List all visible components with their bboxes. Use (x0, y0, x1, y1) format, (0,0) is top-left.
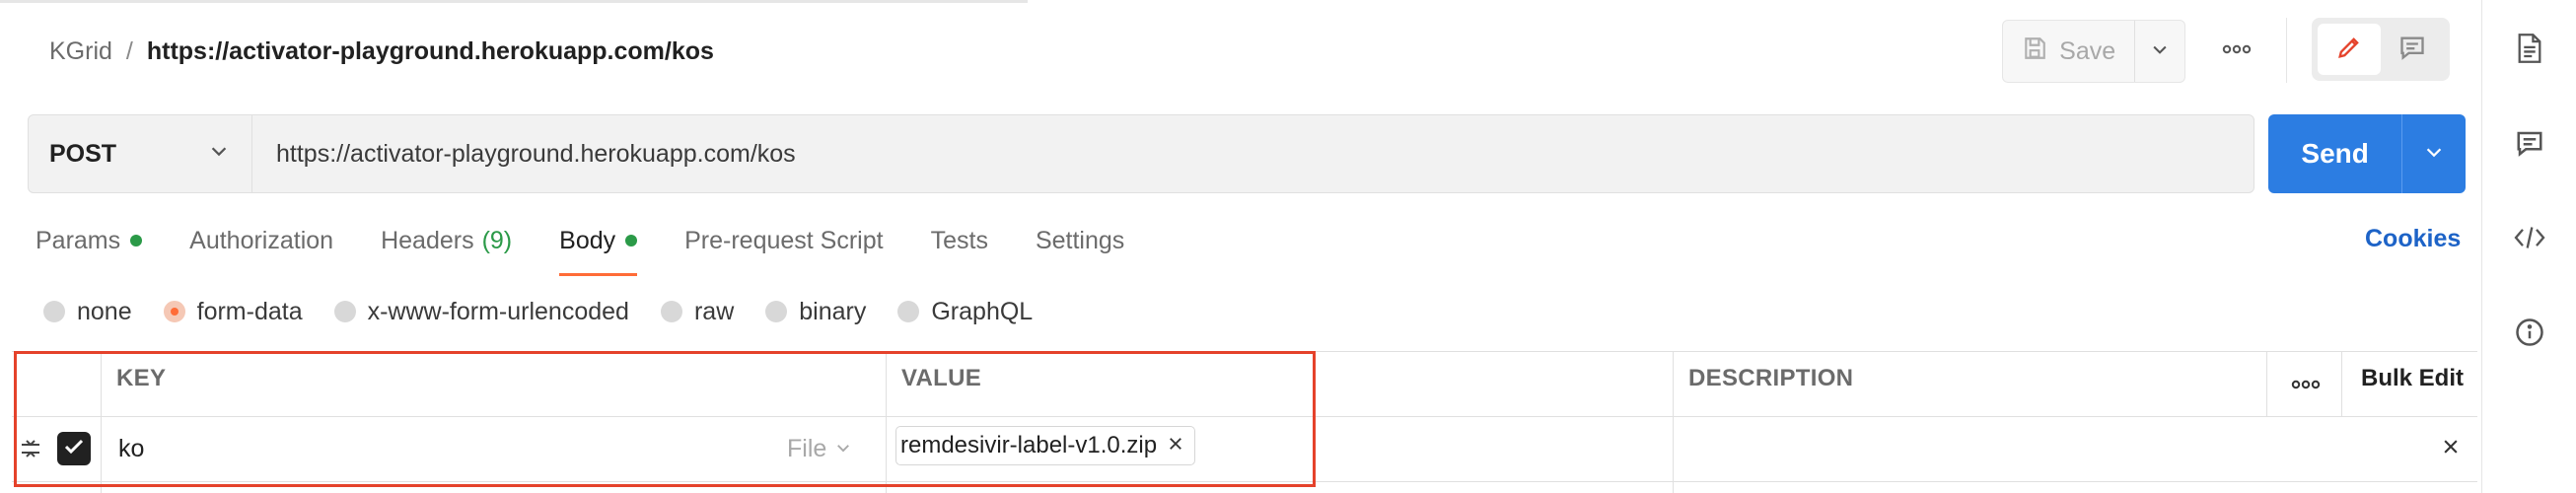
right-sidebar-border (2481, 0, 2482, 493)
send-options-button[interactable] (2401, 114, 2466, 193)
top-divider (0, 0, 1028, 3)
more-horizontal-icon (2291, 377, 2321, 394)
body-type-options: none form-data x-www-form-urlencoded raw… (43, 294, 1064, 329)
method-label: POST (49, 139, 117, 168)
column-divider (2341, 351, 2342, 416)
radio-circle (660, 301, 682, 322)
radio-circle-selected (163, 301, 185, 322)
chevron-down-icon (2150, 39, 2170, 64)
annotation-highlight-box (14, 351, 1316, 487)
tab-label: Body (559, 226, 616, 254)
tab-settings[interactable]: Settings (1036, 221, 1124, 260)
method-select[interactable]: POST (28, 114, 252, 193)
breadcrumb-separator: / (125, 36, 133, 65)
save-label: Save (2059, 36, 2116, 65)
url-input[interactable]: https://activator-playground.herokuapp.c… (252, 114, 2251, 193)
edit-mode-button[interactable] (2318, 24, 2381, 75)
radio-label: binary (799, 297, 867, 325)
tab-params[interactable]: Params (36, 221, 143, 260)
breadcrumb-collection[interactable]: KGrid (49, 37, 112, 66)
tab-label: Authorization (189, 226, 334, 254)
column-divider (2266, 351, 2267, 416)
radio-circle (897, 301, 920, 322)
delete-row-button[interactable] (2438, 436, 2464, 461)
comment-icon (2515, 128, 2544, 163)
status-dot (130, 235, 143, 246)
radio-label: raw (693, 297, 735, 325)
tab-label: Tests (930, 226, 988, 254)
radio-graphql[interactable]: GraphQL (897, 298, 1033, 326)
tab-label: Headers (381, 226, 474, 254)
column-options-button[interactable] (2282, 371, 2329, 400)
bulk-edit-button[interactable]: Bulk Edit (2361, 365, 2464, 392)
radio-label: none (77, 297, 132, 325)
close-icon (2441, 437, 2461, 461)
tab-pre-request-script[interactable]: Pre-request Script (684, 221, 883, 260)
save-button[interactable]: Save (2003, 21, 2134, 82)
save-options-button[interactable] (2134, 21, 2184, 82)
radio-raw[interactable]: raw (660, 297, 735, 326)
save-button-group: Save (2002, 20, 2185, 83)
more-horizontal-icon (2222, 41, 2252, 59)
info-button[interactable] (2505, 310, 2554, 359)
comment-mode-button[interactable] (2381, 24, 2444, 75)
send-button[interactable]: Send (2268, 114, 2401, 193)
pencil-icon (2335, 34, 2363, 66)
request-tabs: Params Authorization Headers (9) Body Pre… (36, 221, 1172, 276)
radio-circle (43, 301, 65, 322)
breadcrumb: KGrid / https://activator-playground.her… (49, 34, 714, 69)
status-dot (625, 235, 638, 246)
comment-icon (2398, 34, 2426, 66)
radio-form-data[interactable]: form-data (163, 297, 303, 326)
radio-label: GraphQL (931, 297, 1034, 325)
column-divider (1673, 351, 1674, 493)
radio-label: form-data (196, 297, 303, 325)
code-snippet-button[interactable] (2505, 215, 2554, 264)
tab-label: Params (36, 226, 121, 254)
tab-authorization[interactable]: Authorization (189, 221, 333, 260)
request-name[interactable]: https://activator-playground.herokuapp.c… (147, 37, 714, 66)
send-button-group: Send (2268, 114, 2466, 193)
radio-none[interactable]: none (43, 298, 132, 326)
tab-tests[interactable]: Tests (931, 221, 988, 260)
tab-label: Settings (1035, 226, 1125, 254)
tab-label: Pre-request Script (684, 226, 884, 254)
radio-binary[interactable]: binary (765, 298, 866, 326)
radio-circle (333, 301, 356, 322)
code-icon (2513, 224, 2546, 256)
chevron-down-icon (2423, 141, 2445, 168)
comments-button[interactable] (2505, 120, 2554, 170)
toolbar-divider (2286, 18, 2287, 83)
radio-label: x-www-form-urlencoded (367, 297, 629, 325)
tab-count: (9) (481, 226, 513, 254)
document-icon (2516, 33, 2543, 69)
documentation-button[interactable] (2505, 26, 2554, 75)
tab-headers[interactable]: Headers (9) (381, 221, 512, 260)
save-icon (2022, 35, 2047, 68)
more-actions-button[interactable] (2213, 35, 2260, 65)
chevron-down-icon (208, 140, 230, 169)
cookies-link[interactable]: Cookies (2365, 225, 2461, 253)
tab-body[interactable]: Body (559, 221, 638, 276)
radio-x-www-form-urlencoded[interactable]: x-www-form-urlencoded (333, 297, 629, 326)
info-icon (2515, 317, 2544, 352)
radio-circle (765, 301, 788, 322)
column-header-description: DESCRIPTION (1688, 365, 1854, 391)
